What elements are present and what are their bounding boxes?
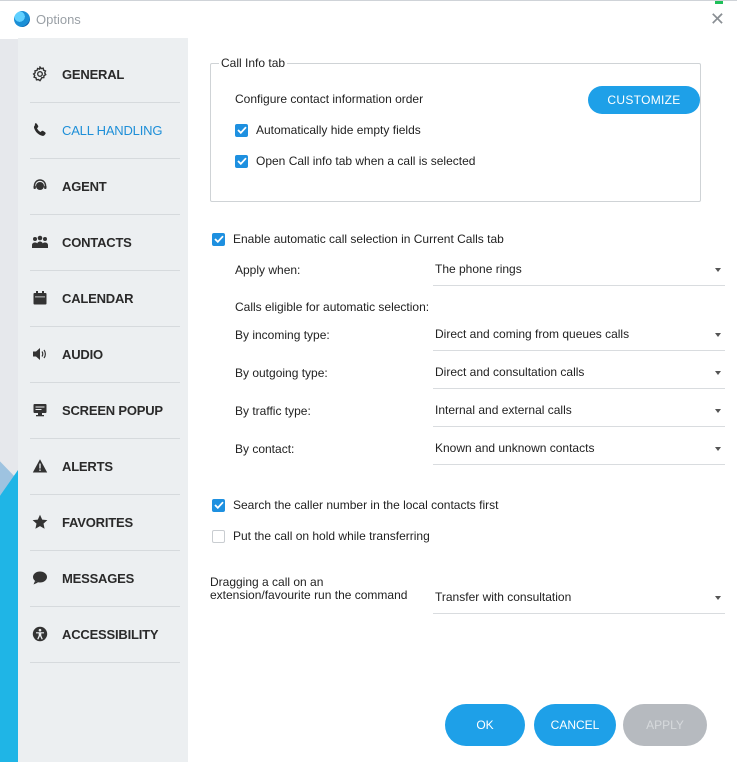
sidebar-item-calendar[interactable]: CALENDAR — [30, 270, 180, 327]
sidebar-item-favorites[interactable]: FAVORITES — [30, 494, 180, 551]
eligible-calls-label: Calls eligible for automatic selection: — [235, 300, 430, 314]
phone-icon — [30, 122, 50, 138]
contact-select[interactable]: Known and unknown contacts — [433, 434, 725, 465]
options-content: Call Info tab Configure contact informat… — [188, 38, 737, 762]
select-value: Internal and external calls — [435, 403, 572, 417]
hold-while-transferring-checkbox[interactable]: Put the call on hold while transferring — [212, 529, 430, 543]
drag-command-label-line2: extension/favourite run the command — [210, 588, 408, 602]
desktop-backdrop — [0, 0, 18, 762]
warning-icon — [30, 458, 50, 474]
select-value: Known and unknown contacts — [435, 441, 595, 455]
checkbox-checked-icon — [235, 123, 248, 137]
status-indicator — [715, 1, 723, 4]
sidebar-item-agent[interactable]: AGENT — [30, 158, 180, 215]
checkbox-label: Automatically hide empty fields — [256, 123, 421, 137]
sidebar: GENERAL CALL HANDLING AGENT CONTACTS CAL… — [18, 38, 188, 762]
ok-button[interactable]: OK — [445, 704, 525, 746]
apply-button[interactable]: APPLY — [623, 704, 707, 746]
star-icon — [30, 514, 50, 530]
drag-command-select[interactable]: Transfer with consultation — [433, 583, 725, 614]
drag-command-label-line1: Dragging a call on an — [210, 575, 324, 589]
sidebar-item-general[interactable]: GENERAL — [30, 46, 180, 103]
sidebar-item-label: AUDIO — [62, 346, 103, 362]
close-icon[interactable]: ✕ — [710, 9, 725, 29]
hide-empty-fields-checkbox[interactable]: Automatically hide empty fields — [235, 123, 421, 137]
checkbox-label: Open Call info tab when a call is select… — [256, 154, 476, 168]
call-info-legend: Call Info tab — [221, 56, 286, 70]
sidebar-item-label: FAVORITES — [62, 514, 133, 530]
people-icon — [30, 234, 50, 250]
select-value: Direct and consultation calls — [435, 365, 585, 379]
traffic-type-select[interactable]: Internal and external calls — [433, 396, 725, 427]
drag-command-label: Dragging a call on an extension/favourit… — [210, 576, 407, 602]
sidebar-item-contacts[interactable]: CONTACTS — [30, 214, 180, 271]
backdrop-shape — [0, 470, 18, 510]
monitor-icon — [30, 402, 50, 418]
sidebar-item-screen-popup[interactable]: SCREEN POPUP — [30, 382, 180, 439]
accessibility-icon — [30, 626, 50, 642]
sidebar-item-audio[interactable]: AUDIO — [30, 326, 180, 383]
incoming-type-select[interactable]: Direct and coming from queues calls — [433, 320, 725, 351]
title-bar: Options ✕ — [0, 0, 737, 39]
checkbox-label: Put the call on hold while transferring — [233, 529, 430, 543]
sidebar-item-label: AGENT — [62, 178, 107, 194]
checkbox-checked-icon — [212, 498, 225, 512]
speaker-icon — [30, 346, 50, 362]
checkbox-unchecked-icon — [212, 529, 225, 543]
chevron-down-icon — [715, 333, 721, 337]
cancel-button[interactable]: CANCEL — [534, 704, 616, 746]
apply-when-select[interactable]: The phone rings — [433, 255, 725, 286]
sidebar-item-label: MESSAGES — [62, 570, 135, 586]
select-value: Direct and coming from queues calls — [435, 327, 630, 341]
checkbox-label: Search the caller number in the local co… — [233, 498, 499, 512]
chevron-down-icon — [715, 268, 721, 272]
sidebar-item-label: ACCESSIBILITY — [62, 626, 159, 642]
incoming-type-label: By incoming type: — [235, 328, 330, 342]
apply-when-label: Apply when: — [235, 263, 301, 277]
customize-button[interactable]: CUSTOMIZE — [588, 86, 700, 114]
sidebar-item-alerts[interactable]: ALERTS — [30, 438, 180, 495]
outgoing-type-select[interactable]: Direct and consultation calls — [433, 358, 725, 389]
search-local-contacts-checkbox[interactable]: Search the caller number in the local co… — [212, 498, 498, 512]
select-value: The phone rings — [435, 262, 522, 276]
chevron-down-icon — [715, 371, 721, 375]
sidebar-item-call-handling[interactable]: CALL HANDLING — [30, 102, 180, 159]
select-value: Transfer with consultation — [435, 590, 572, 604]
sidebar-item-label: CALENDAR — [62, 290, 134, 306]
outgoing-type-label: By outgoing type: — [235, 366, 328, 380]
calendar-icon — [30, 290, 50, 306]
traffic-type-label: By traffic type: — [235, 404, 311, 418]
enable-auto-selection-checkbox[interactable]: Enable automatic call selection in Curre… — [212, 232, 504, 246]
checkbox-label: Enable automatic call selection in Curre… — [233, 232, 504, 246]
window-title: Options — [36, 12, 81, 27]
backdrop-shape — [0, 505, 18, 762]
chevron-down-icon — [715, 447, 721, 451]
app-logo-icon — [14, 11, 30, 27]
sidebar-item-label: CONTACTS — [62, 234, 132, 250]
sidebar-item-label: CALL HANDLING — [62, 122, 163, 138]
configure-contact-label: Configure contact information order — [235, 92, 424, 106]
chevron-down-icon — [715, 596, 721, 600]
sidebar-item-label: GENERAL — [62, 66, 125, 82]
sidebar-item-messages[interactable]: MESSAGES — [30, 550, 180, 607]
checkbox-checked-icon — [235, 154, 248, 168]
open-call-info-checkbox[interactable]: Open Call info tab when a call is select… — [235, 154, 475, 168]
gear-icon — [30, 66, 50, 82]
sidebar-item-label: SCREEN POPUP — [62, 402, 163, 418]
headset-icon — [30, 178, 50, 194]
sidebar-item-accessibility[interactable]: ACCESSIBILITY — [30, 606, 180, 663]
contact-label: By contact: — [235, 442, 295, 456]
checkbox-checked-icon — [212, 232, 225, 246]
chevron-down-icon — [715, 409, 721, 413]
sidebar-item-label: ALERTS — [62, 458, 113, 474]
chat-bubble-icon — [30, 570, 50, 586]
